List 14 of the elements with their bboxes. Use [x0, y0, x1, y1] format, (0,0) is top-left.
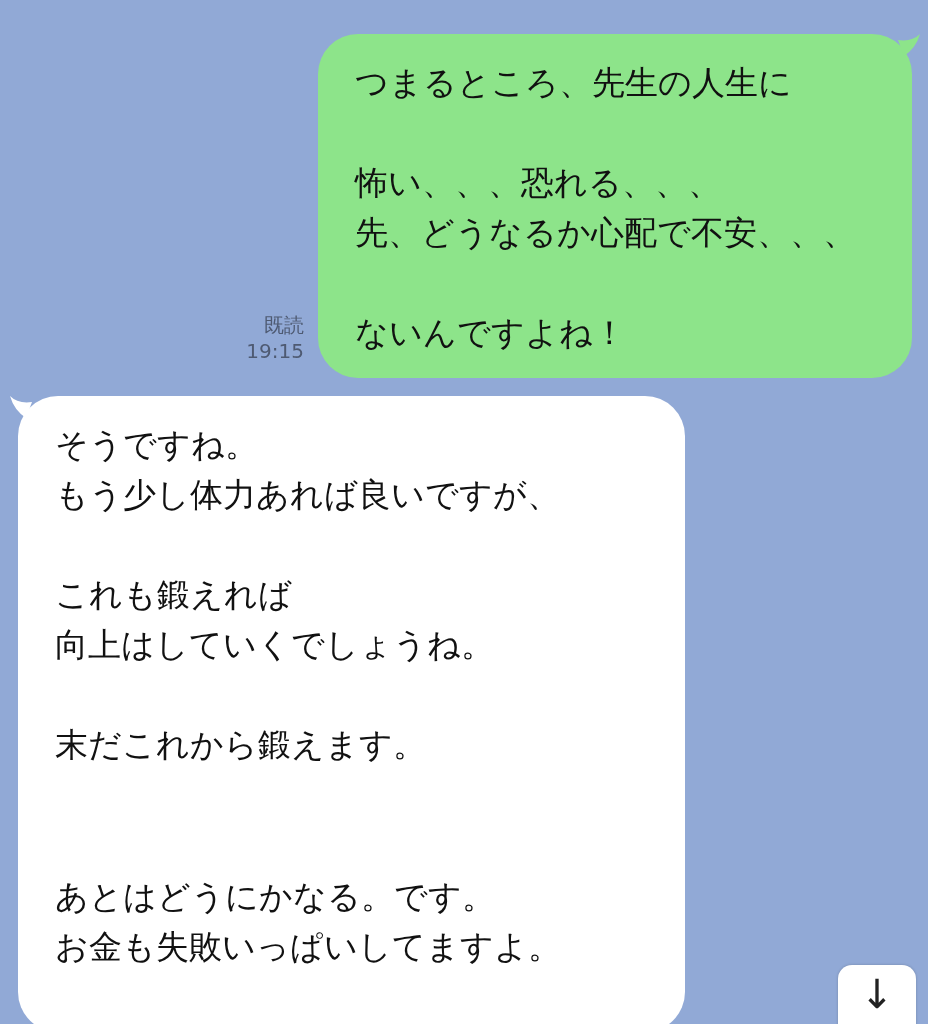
message-text: つまるところ、先生の人生に [355, 62, 793, 104]
scroll-down-button[interactable]: ↓ [838, 965, 916, 1024]
message-text: 末だこれから鍛えます。 [55, 724, 427, 766]
message-text: ないんですよね！ [355, 312, 627, 354]
message-time: 19:15 [246, 338, 304, 364]
message-text: そうですね。 [55, 424, 259, 466]
message-text: これも鍛えれば [55, 574, 293, 616]
read-receipt: 既読 [264, 312, 304, 338]
message-text: 先、どうなるか心配で不安、、、 [355, 212, 856, 254]
message-text: 向上はしていくでしょうね。 [55, 624, 495, 666]
message-text: 怖い、、、恐れる、、、 [355, 162, 722, 204]
message-text: もう少し体力あれば良いですが、 [55, 474, 561, 516]
message-text: あとはどうにかなる。です。 [55, 876, 496, 918]
message-text: お金も失敗いっぱいしてますよ。 [55, 926, 562, 968]
